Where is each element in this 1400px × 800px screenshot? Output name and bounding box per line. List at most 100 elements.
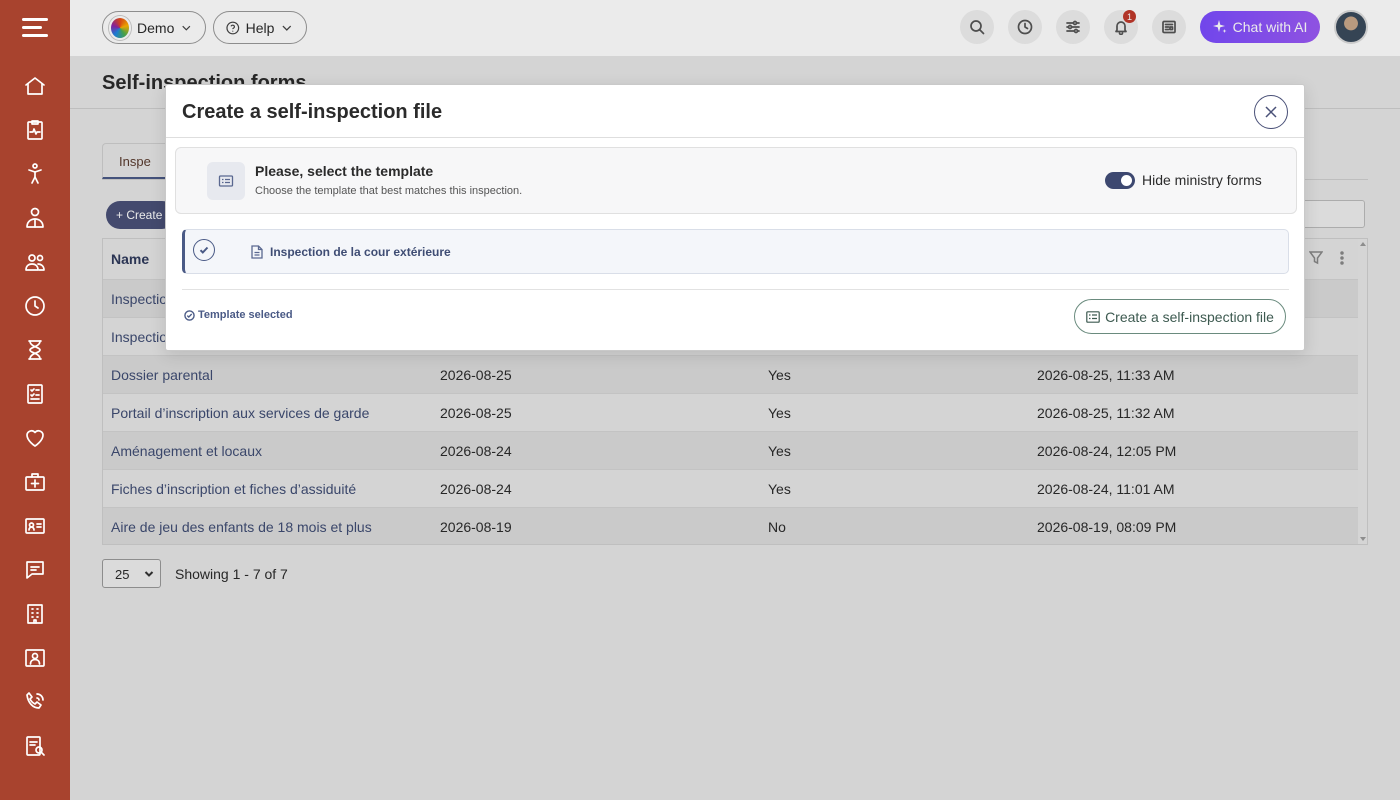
id-card-icon[interactable] xyxy=(0,504,70,548)
sparkle-icon xyxy=(1212,20,1227,33)
cell-name[interactable]: Portail d’inscription aux services de ga… xyxy=(111,405,369,421)
table-row[interactable]: Dossier parental 2026-08-25 Yes 2026-08-… xyxy=(103,355,1359,393)
create-inspection-dialog: Create a self-inspection file Please, se… xyxy=(165,84,1305,351)
help-label: Help xyxy=(245,19,275,36)
home-icon[interactable] xyxy=(0,64,70,108)
cell-name[interactable]: Aire de jeu des enfants de 18 mois et pl… xyxy=(111,519,372,535)
create-self-inspection-label: Create a self-inspection file xyxy=(1105,308,1274,325)
tab-label: Inspe xyxy=(119,154,151,169)
cell-date: 2026-08-24 xyxy=(440,480,512,497)
chevron-down-icon xyxy=(282,25,292,31)
newspaper-icon xyxy=(1162,20,1176,34)
demo-label: Demo xyxy=(137,19,175,36)
template-option[interactable]: Inspection de la cour extérieure xyxy=(182,229,1289,274)
cell-date: 2026-08-24 xyxy=(440,442,512,459)
clock-icon[interactable] xyxy=(0,284,70,328)
chat-with-ai-button[interactable]: Chat with AI xyxy=(1200,11,1320,43)
template-heading: Please, select the template xyxy=(255,163,434,179)
notification-badge: 1 xyxy=(1123,10,1136,23)
dialog-header: Create a self-inspection file xyxy=(166,85,1304,138)
cell-active: No xyxy=(768,518,786,535)
scroll-up-icon[interactable] xyxy=(1360,242,1366,246)
hide-ministry-forms-label: Hide ministry forms xyxy=(1142,172,1262,188)
close-icon xyxy=(1265,106,1277,118)
organization-logo xyxy=(109,15,132,40)
cell-modified: 2026-08-24, 12:05 PM xyxy=(1037,442,1177,459)
clock-icon xyxy=(1017,19,1033,35)
search-button[interactable] xyxy=(960,10,994,44)
document-icon xyxy=(251,245,263,259)
page-size-select[interactable]: 25 xyxy=(102,559,161,588)
table-row[interactable]: Fiches d’inscription et fiches d’assidui… xyxy=(103,469,1359,507)
hourglass-icon[interactable] xyxy=(0,328,70,372)
chat-icon[interactable] xyxy=(0,548,70,592)
check-circle-icon xyxy=(184,309,195,321)
cell-name[interactable]: Aménagement et locaux xyxy=(111,443,262,459)
page-size-value: 25 xyxy=(115,567,130,582)
medical-kit-icon[interactable] xyxy=(0,460,70,504)
staff-icon[interactable] xyxy=(0,196,70,240)
chevron-down-icon xyxy=(144,571,154,577)
table-row[interactable]: Aire de jeu des enfants de 18 mois et pl… xyxy=(103,507,1359,544)
search-input[interactable] xyxy=(1300,200,1365,228)
filter-icon[interactable] xyxy=(1309,251,1323,265)
table-row[interactable]: Aménagement et locaux 2026-08-24 Yes 202… xyxy=(103,431,1359,469)
group-icon[interactable] xyxy=(0,240,70,284)
template-selected-status: Template selected xyxy=(184,309,293,321)
template-selected-label: Template selected xyxy=(198,309,293,321)
template-option-label: Inspection de la cour extérieure xyxy=(270,245,451,259)
newsletter-button[interactable] xyxy=(1152,10,1186,44)
cell-modified: 2026-08-25, 11:32 AM xyxy=(1037,404,1175,421)
sidebar xyxy=(0,0,70,800)
scroll-down-icon[interactable] xyxy=(1360,537,1366,541)
create-self-inspection-button[interactable]: Create a self-inspection file xyxy=(1074,299,1286,334)
form-icon xyxy=(207,162,245,200)
chevron-down-icon xyxy=(182,25,191,31)
heart-icon[interactable] xyxy=(0,416,70,460)
create-label: Create xyxy=(126,208,163,222)
user-avatar[interactable] xyxy=(1334,10,1368,44)
table-scrollbar[interactable] xyxy=(1358,239,1367,544)
topbar: Demo Help 1 Chat with AI xyxy=(70,0,1400,56)
menu-toggle-icon[interactable] xyxy=(22,18,48,38)
check-circle-icon xyxy=(193,239,215,261)
building-icon[interactable] xyxy=(0,592,70,636)
search-icon xyxy=(970,20,985,35)
sliders-icon xyxy=(1066,20,1080,34)
table-row[interactable]: Portail d’inscription aux services de ga… xyxy=(103,393,1359,431)
question-circle-icon xyxy=(226,21,240,34)
form-icon xyxy=(1086,310,1100,323)
settings-button[interactable] xyxy=(1056,10,1090,44)
more-vertical-icon[interactable] xyxy=(1337,251,1347,265)
template-description: Choose the template that best matches th… xyxy=(255,185,523,197)
user-board-icon[interactable] xyxy=(0,636,70,680)
cell-active: Yes xyxy=(768,480,791,497)
cell-modified: 2026-08-19, 08:09 PM xyxy=(1037,518,1177,535)
report-search-icon[interactable] xyxy=(0,724,70,768)
tab-inspections[interactable]: Inspe xyxy=(102,143,172,179)
cell-name[interactable]: Dossier parental xyxy=(111,367,213,383)
cell-active: Yes xyxy=(768,442,791,459)
close-button[interactable] xyxy=(1254,95,1288,129)
history-button[interactable] xyxy=(1008,10,1042,44)
cell-date: 2026-08-25 xyxy=(440,404,512,421)
column-header-name[interactable]: Name xyxy=(111,251,149,267)
dialog-title: Create a self-inspection file xyxy=(182,101,443,123)
chat-with-ai-label: Chat with AI xyxy=(1232,19,1308,35)
cell-date: 2026-08-25 xyxy=(440,366,512,383)
hide-ministry-forms-toggle[interactable] xyxy=(1105,172,1135,189)
divider xyxy=(182,289,1289,290)
cell-active: Yes xyxy=(768,366,791,383)
help-menu[interactable]: Help xyxy=(213,11,307,44)
cell-name[interactable]: Fiches d’inscription et fiches d’assidui… xyxy=(111,481,356,497)
clipboard-health-icon[interactable] xyxy=(0,108,70,152)
phone-icon[interactable] xyxy=(0,680,70,724)
cell-modified: 2026-08-24, 11:01 AM xyxy=(1037,480,1175,497)
template-selection-panel: Please, select the template Choose the t… xyxy=(175,147,1297,214)
child-icon[interactable] xyxy=(0,152,70,196)
notifications-button[interactable]: 1 xyxy=(1104,10,1138,44)
checklist-icon[interactable] xyxy=(0,372,70,416)
pagination-summary: Showing 1 - 7 of 7 xyxy=(175,566,288,582)
cell-modified: 2026-08-25, 11:33 AM xyxy=(1037,366,1175,383)
demo-switcher[interactable]: Demo xyxy=(102,11,206,44)
